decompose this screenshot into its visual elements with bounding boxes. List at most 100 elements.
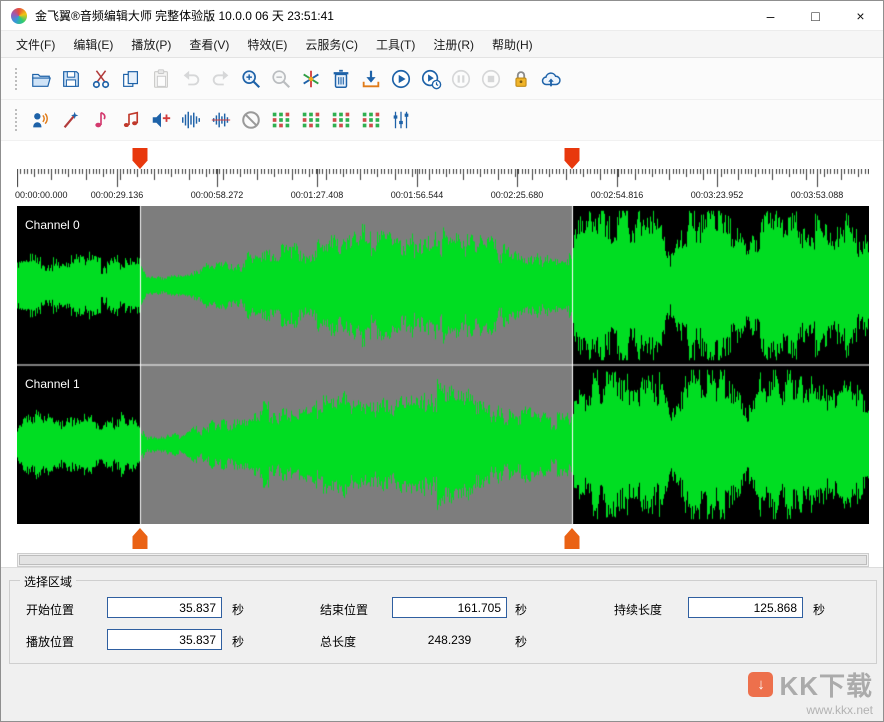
start-position-input[interactable] (107, 597, 222, 618)
waveform-display[interactable]: Channel 0 Channel 1 (17, 206, 869, 524)
duration-unit: 秒 (813, 601, 825, 618)
export-button[interactable] (357, 65, 385, 93)
undo-icon (180, 68, 202, 90)
groupbox-title: 选择区域 (20, 573, 76, 590)
duration-input[interactable] (688, 597, 803, 618)
menu-view[interactable]: 查看(V) (180, 31, 238, 58)
save-icon (60, 68, 82, 90)
mix-icon (300, 68, 322, 90)
mix-button[interactable] (297, 65, 325, 93)
play-icon (390, 68, 412, 90)
cut-button[interactable] (87, 65, 115, 93)
stop-icon (480, 68, 502, 90)
menu-tools[interactable]: 工具(T) (367, 31, 424, 58)
delete-button[interactable] (327, 65, 355, 93)
scrollbar-thumb[interactable] (19, 555, 867, 565)
watermark-url: www.kkx.net (748, 703, 873, 717)
eq-icon (390, 109, 412, 131)
end-position-input[interactable] (392, 597, 507, 618)
text-to-speech-button[interactable] (27, 106, 55, 134)
redo-icon (210, 68, 232, 90)
waveform-view-button[interactable] (177, 106, 205, 134)
selection-markers-top (17, 141, 869, 169)
toolbar-effects (1, 100, 883, 141)
close-button[interactable]: × (838, 1, 883, 30)
selection-end-marker-bottom[interactable] (565, 528, 580, 549)
menu-register[interactable]: 注册(R) (424, 31, 483, 58)
ban-icon (240, 109, 262, 131)
open-button[interactable] (27, 65, 55, 93)
copy-button[interactable] (117, 65, 145, 93)
channel-map-1-button[interactable] (267, 106, 295, 134)
ruler-timestamp: 00:02:54.816 (591, 190, 644, 200)
save-button[interactable] (57, 65, 85, 93)
zoom-out-button[interactable] (267, 65, 295, 93)
app-icon (11, 8, 27, 24)
start-position-unit: 秒 (232, 601, 244, 618)
channel-map-3-button[interactable] (327, 106, 355, 134)
grid-icon (270, 109, 292, 131)
copy-icon (120, 68, 142, 90)
channel-map-2-button[interactable] (297, 106, 325, 134)
ruler-timestamp: 00:02:25.680 (491, 190, 544, 200)
channel-0-label: Channel 0 (25, 218, 80, 232)
ruler-timestamp: 00:03:23.952 (691, 190, 744, 200)
equalizer-button[interactable] (387, 106, 415, 134)
ruler-timestamp: 00:01:56.544 (391, 190, 444, 200)
menu-edit[interactable]: 编辑(E) (64, 31, 122, 58)
selection-groupbox: 选择区域 开始位置 秒 结束位置 秒 持续长度 秒 播放位置 秒 总长度 248… (9, 580, 877, 664)
menu-file[interactable]: 文件(F) (7, 31, 64, 58)
wave1-icon (180, 109, 202, 131)
play-selection-button[interactable] (417, 65, 445, 93)
pause-icon (450, 68, 472, 90)
zoom-in-icon (240, 68, 262, 90)
spectrum-view-button[interactable] (207, 106, 235, 134)
minimize-button[interactable]: – (748, 1, 793, 30)
toolbar-grip[interactable] (15, 68, 17, 90)
lock-button[interactable] (507, 65, 535, 93)
menu-cloud-service[interactable]: 云服务(C) (296, 31, 367, 58)
cloud-upload-button[interactable] (537, 65, 565, 93)
wave2-icon (210, 109, 232, 131)
selection-start-marker-bottom[interactable] (132, 528, 147, 549)
effect-wand-button[interactable] (57, 106, 85, 134)
channel-map-4-button[interactable] (357, 106, 385, 134)
grid-icon (360, 109, 382, 131)
play-button[interactable] (387, 65, 415, 93)
start-position-label: 开始位置 (26, 601, 74, 618)
toolbar-grip-2[interactable] (15, 109, 17, 131)
timeline-ruler[interactable]: 00:00:00.00000:00:29.13600:00:58.27200:0… (17, 169, 869, 206)
paste-icon (150, 68, 172, 90)
menu-help[interactable]: 帮助(H) (483, 31, 542, 58)
note-single-button[interactable] (87, 106, 115, 134)
menu-play[interactable]: 播放(P) (122, 31, 180, 58)
zoom-in-button[interactable] (237, 65, 265, 93)
selection-start-marker-top[interactable] (132, 148, 147, 169)
note1-icon (90, 109, 112, 131)
ruler-timestamp: 00:01:27.408 (291, 190, 344, 200)
play-position-input[interactable] (107, 629, 222, 650)
app-window: 金飞翼®音频编辑大师 完整体验版 10.0.0 06 天 23:51:41 – … (0, 0, 884, 722)
stop-button[interactable] (477, 65, 505, 93)
note-double-button[interactable] (117, 106, 145, 134)
paste-button[interactable] (147, 65, 175, 93)
selection-end-marker-top[interactable] (565, 148, 580, 169)
open-icon (30, 68, 52, 90)
undo-button[interactable] (177, 65, 205, 93)
pause-button[interactable] (447, 65, 475, 93)
horizontal-scrollbar[interactable] (17, 553, 869, 567)
volume-boost-button[interactable] (147, 106, 175, 134)
volboost-icon (150, 109, 172, 131)
ruler-timestamp: 00:00:58.272 (191, 190, 244, 200)
maximize-button[interactable]: □ (793, 1, 838, 30)
cut-icon (90, 68, 112, 90)
ruler-timestamp: 00:00:29.136 (91, 190, 144, 200)
title-bar: 金飞翼®音频编辑大师 完整体验版 10.0.0 06 天 23:51:41 – … (1, 1, 883, 31)
redo-button[interactable] (207, 65, 235, 93)
waveform-canvas[interactable] (17, 206, 869, 524)
grid-icon (330, 109, 352, 131)
disable-effects-button[interactable] (237, 106, 265, 134)
speak-icon (30, 109, 52, 131)
menu-effects[interactable]: 特效(E) (238, 31, 296, 58)
play-position-unit: 秒 (232, 633, 244, 650)
